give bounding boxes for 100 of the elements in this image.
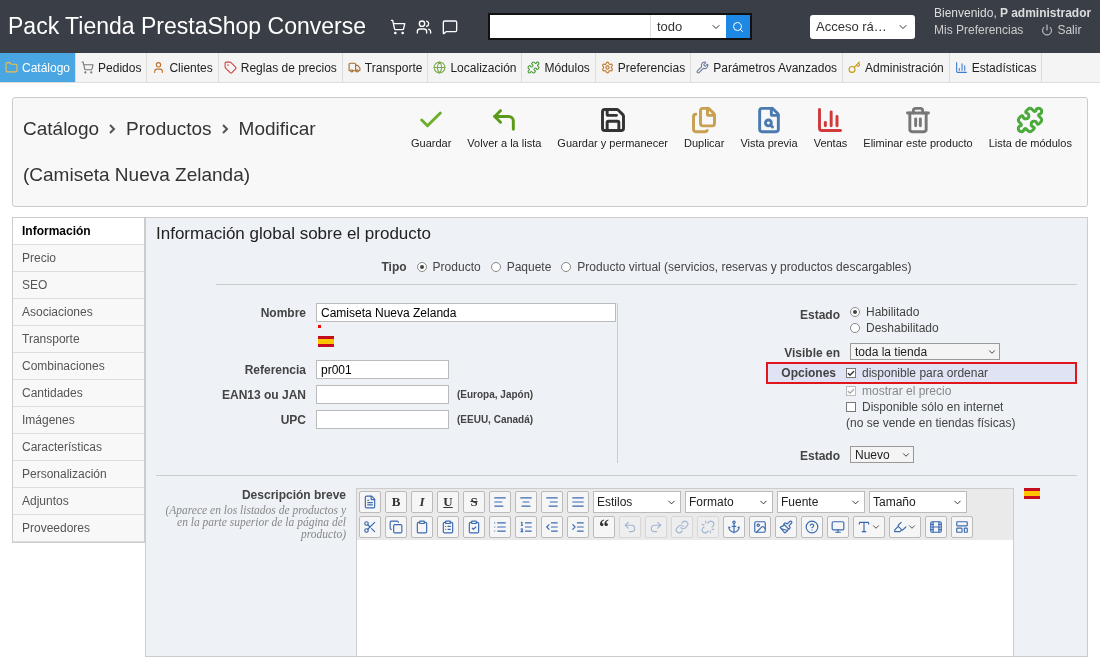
radio-button[interactable]	[416, 262, 427, 272]
editor-button[interactable]	[385, 516, 407, 538]
editor-dropdown[interactable]: Formato	[685, 491, 773, 513]
action-button[interactable]: Duplicar	[676, 106, 733, 156]
side-tab[interactable]: Adjuntos	[13, 488, 144, 515]
editor-dropdown[interactable]: Tamaño	[869, 491, 967, 513]
link-icon	[675, 520, 689, 534]
editor-button[interactable]	[951, 516, 973, 538]
nav-tab[interactable]: Parámetros Avanzados	[691, 53, 844, 82]
power-icon[interactable]	[1041, 24, 1054, 36]
action-button[interactable]: Guardar y permanecer	[549, 106, 676, 156]
nav-tab[interactable]: Administración	[843, 53, 950, 82]
editor-button[interactable]	[723, 516, 745, 538]
editor-button[interactable]	[749, 516, 771, 538]
text-field[interactable]	[316, 410, 449, 429]
editor-dropdown[interactable]: Fuente	[777, 491, 865, 513]
nav-tab[interactable]: Transporte	[342, 53, 429, 82]
text-field[interactable]	[316, 385, 449, 404]
breadcrumb-item[interactable]: Productos	[126, 118, 212, 140]
text-field[interactable]: Camiseta Nueva Zelanda	[316, 303, 616, 322]
italic-button[interactable]: I	[411, 491, 433, 513]
editor-button[interactable]	[801, 516, 823, 538]
cart-icon[interactable]	[390, 18, 406, 35]
side-tab[interactable]: Transporte	[13, 326, 144, 353]
folder-icon	[5, 61, 18, 74]
search-field[interactable]: todo	[488, 13, 752, 40]
checkbox-label: disponible para ordenar	[862, 366, 989, 380]
action-button[interactable]: Ventas	[805, 106, 856, 156]
rich-text-editor[interactable]: B I U S Estilos Formato Fuente Tamaño “	[356, 488, 1014, 656]
radio-label: Habilitado	[866, 305, 920, 319]
side-tab[interactable]: Imágenes	[13, 407, 144, 434]
side-tab[interactable]: Características	[13, 434, 144, 461]
nav-tab[interactable]: Preferencias	[595, 53, 692, 82]
editor-button[interactable]	[515, 491, 537, 513]
side-tab[interactable]: Proveedores	[13, 515, 144, 542]
side-tab[interactable]: Combinaciones	[13, 353, 144, 380]
action-button[interactable]: Vista previa	[732, 106, 806, 156]
blockquote-button[interactable]: “	[593, 516, 615, 538]
radio-button[interactable]	[850, 323, 860, 333]
side-tab[interactable]: Cantidades	[13, 380, 144, 407]
editor-button[interactable]	[925, 516, 947, 538]
user-icon	[152, 61, 166, 74]
radio-button[interactable]	[850, 307, 860, 317]
preferences-link[interactable]: Mis Preferencias	[934, 23, 1024, 37]
text-color-icon	[857, 520, 871, 534]
side-tab[interactable]: Asociaciones	[13, 299, 144, 326]
nav-tab[interactable]: Estadísticas	[949, 53, 1043, 82]
editor-button[interactable]	[853, 516, 885, 538]
strikethrough-button[interactable]: S	[463, 491, 485, 513]
editor-button[interactable]	[489, 516, 511, 538]
search-button[interactable]	[726, 15, 750, 38]
side-tab[interactable]: SEO	[13, 272, 144, 299]
editor-button[interactable]	[437, 516, 459, 538]
editor-button[interactable]	[775, 516, 797, 538]
nav-tab[interactable]: Localización	[428, 53, 523, 82]
align-right-icon	[545, 495, 559, 509]
nav-tab[interactable]: Reglas de precios	[218, 53, 343, 82]
tag-icon	[223, 61, 237, 74]
checkbox[interactable]	[846, 402, 856, 412]
action-button[interactable]: Eliminar este producto	[855, 106, 981, 156]
editor-button[interactable]	[463, 516, 485, 538]
quick-access-select[interactable]: Acceso rá…	[810, 14, 915, 39]
users-icon[interactable]	[416, 18, 432, 35]
chat-icon[interactable]	[442, 18, 458, 35]
breadcrumb-item[interactable]: Catálogo	[23, 118, 100, 140]
editor-button[interactable]	[515, 516, 537, 538]
editor-button[interactable]	[889, 516, 921, 538]
spain-flag-icon	[1024, 488, 1040, 499]
editor-dropdown[interactable]: Estilos	[593, 491, 681, 513]
logout-link[interactable]: Salir	[1057, 23, 1082, 37]
copy-icon	[389, 520, 403, 534]
text-field[interactable]: pr001	[316, 360, 449, 379]
editor-button[interactable]	[411, 516, 433, 538]
action-button[interactable]: Volver a la lista	[459, 106, 550, 156]
field-note: (EEUU, Canadá)	[457, 414, 534, 425]
checkbox[interactable]	[846, 368, 856, 378]
side-tab[interactable]: Personalización	[13, 461, 144, 488]
outdent-icon	[545, 520, 559, 534]
nav-tab[interactable]: Módulos	[522, 53, 596, 82]
editor-button[interactable]	[359, 491, 381, 513]
editor-button[interactable]	[359, 516, 381, 538]
editor-button[interactable]	[541, 516, 563, 538]
bold-button[interactable]: B	[385, 491, 407, 513]
visibility-select[interactable]: toda la tienda	[850, 343, 1000, 360]
editor-button[interactable]	[541, 491, 563, 513]
radio-button[interactable]	[561, 262, 572, 272]
action-button[interactable]: Guardar	[403, 106, 460, 156]
editor-button[interactable]	[567, 491, 589, 513]
nav-tab[interactable]: Clientes	[147, 53, 219, 82]
underline-button[interactable]: U	[437, 491, 459, 513]
radio-button[interactable]	[490, 262, 501, 272]
side-tab[interactable]: Precio	[13, 245, 144, 272]
checkbox-label: Disponible sólo en internet	[862, 400, 1004, 414]
editor-button[interactable]	[827, 516, 849, 538]
editor-button[interactable]	[489, 491, 511, 513]
nav-tab[interactable]: Pedidos	[76, 53, 148, 82]
action-button[interactable]: Lista de módulos	[980, 106, 1080, 156]
condition-select[interactable]: Nuevo	[850, 446, 914, 463]
editor-button[interactable]	[567, 516, 589, 538]
trash-icon	[904, 106, 932, 134]
